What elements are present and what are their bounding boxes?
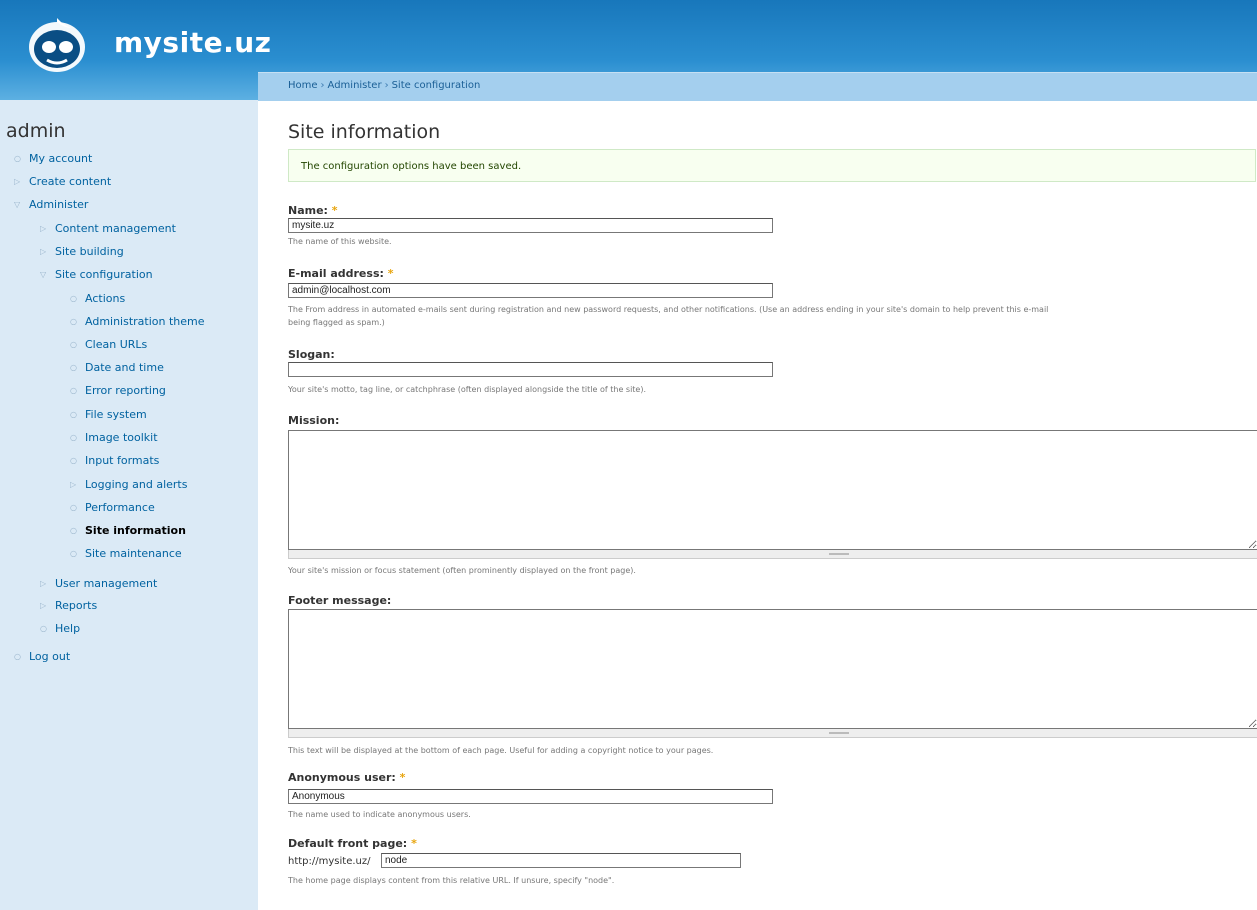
breadcrumb-home[interactable]: Home: [288, 80, 318, 91]
name-label: Name: *: [288, 204, 338, 217]
email-field[interactable]: [288, 283, 773, 298]
slogan-description: Your site's motto, tag line, or catchphr…: [288, 385, 647, 394]
mission-resize-grip[interactable]: [288, 550, 1257, 559]
breadcrumb-separator: ›: [384, 80, 389, 91]
menu-item-administration-theme[interactable]: ○ Administration theme: [70, 311, 205, 331]
anonymous-user-description: The name used to indicate anonymous user…: [288, 810, 471, 819]
menu-item-site-maintenance[interactable]: ○ Site maintenance: [70, 543, 182, 563]
anonymous-user-label: Anonymous user: *: [288, 771, 406, 784]
mission-textarea[interactable]: [288, 430, 1257, 550]
required-marker: *: [399, 771, 406, 784]
expanded-arrow-icon: ▽: [14, 199, 21, 209]
menu-item-create-content[interactable]: ▷ Create content: [14, 171, 111, 191]
menu-item-site-building[interactable]: ▷ Site building: [40, 241, 124, 261]
menu-item-clean-urls[interactable]: ○ Clean URLs: [70, 334, 147, 354]
required-marker: *: [387, 267, 394, 280]
front-page-description: The home page displays content from this…: [288, 876, 615, 885]
breadcrumb-site-configuration[interactable]: Site configuration: [392, 80, 481, 91]
mission-description: Your site's mission or focus statement (…: [288, 566, 636, 575]
breadcrumb-bar: Home › Administer › Site configuration: [258, 72, 1257, 101]
collapsed-arrow-icon: ▷: [40, 600, 47, 610]
menu-item-site-configuration[interactable]: ▽ Site configuration: [40, 264, 153, 284]
slogan-label: Slogan:: [288, 348, 335, 361]
collapsed-arrow-icon: ▷: [70, 479, 77, 489]
bullet-icon: ○: [70, 455, 77, 465]
anonymous-user-field[interactable]: [288, 789, 773, 804]
collapsed-arrow-icon: ▷: [40, 223, 47, 233]
required-marker: *: [411, 837, 417, 850]
bullet-icon: ○: [70, 525, 77, 535]
menu-item-content-management[interactable]: ▷ Content management: [40, 218, 176, 238]
menu-item-administer[interactable]: ▽ Administer: [14, 194, 88, 214]
bullet-icon: ○: [70, 432, 77, 442]
menu-item-input-formats[interactable]: ○ Input formats: [70, 450, 159, 470]
expanded-arrow-icon: ▽: [40, 269, 47, 279]
menu-item-actions[interactable]: ○ Actions: [70, 288, 125, 308]
footer-message-label: Footer message:: [288, 594, 392, 607]
bullet-icon: ○: [70, 339, 77, 349]
grip-icon: [829, 553, 849, 555]
required-marker: *: [331, 204, 338, 217]
collapsed-arrow-icon: ▷: [14, 176, 21, 186]
bullet-icon: ○: [70, 316, 77, 326]
menu-item-help[interactable]: ○ Help: [40, 618, 80, 638]
email-description-line1: The From address in automated e-mails se…: [288, 305, 1049, 314]
status-message-text: The configuration options have been save…: [301, 161, 522, 172]
front-page-field[interactable]: [381, 853, 741, 868]
site-name[interactable]: mysite.uz: [114, 26, 271, 59]
menu-item-image-toolkit[interactable]: ○ Image toolkit: [70, 427, 158, 447]
menu-item-user-management[interactable]: ▷ User management: [40, 573, 157, 593]
bullet-icon: ○: [14, 153, 21, 163]
bullet-icon: ○: [70, 548, 77, 558]
breadcrumb: Home › Administer › Site configuration: [288, 80, 480, 91]
menu-item-reports[interactable]: ▷ Reports: [40, 595, 97, 615]
bullet-icon: ○: [14, 651, 21, 661]
status-message: The configuration options have been save…: [288, 149, 1256, 182]
bullet-icon: ○: [70, 409, 77, 419]
menu-item-error-reporting[interactable]: ○ Error reporting: [70, 380, 166, 400]
slogan-field[interactable]: [288, 362, 773, 377]
footer-resize-grip[interactable]: [288, 729, 1257, 738]
footer-message-description: This text will be displayed at the botto…: [288, 746, 714, 755]
footer-message-textarea[interactable]: [288, 609, 1257, 729]
breadcrumb-administer[interactable]: Administer: [328, 80, 382, 91]
drupal-logo-icon[interactable]: [20, 14, 94, 74]
mission-label: Mission:: [288, 414, 340, 427]
email-label: E-mail address: *: [288, 267, 394, 280]
name-description: The name of this website.: [288, 237, 392, 246]
menu-item-logging-and-alerts[interactable]: ▷ Logging and alerts: [70, 474, 187, 494]
name-field[interactable]: [288, 218, 773, 233]
bullet-icon: ○: [40, 623, 47, 633]
bullet-icon: ○: [70, 385, 77, 395]
front-page-url-prefix: http://mysite.uz/: [288, 856, 371, 867]
main-content: Site information The configuration optio…: [258, 100, 1257, 910]
page-title: Site information: [288, 121, 441, 143]
menu-item-file-system[interactable]: ○ File system: [70, 404, 147, 424]
bullet-icon: ○: [70, 502, 77, 512]
menu-item-performance[interactable]: ○ Performance: [70, 497, 155, 517]
default-front-page-label: Default front page: *: [288, 837, 417, 850]
bullet-icon: ○: [70, 362, 77, 372]
grip-icon: [829, 732, 849, 734]
breadcrumb-separator: ›: [320, 80, 325, 91]
sidebar: admin ○ My account ▷ Create content ▽ Admin…: [0, 100, 258, 910]
menu-item-site-information[interactable]: ○ Site information: [70, 520, 186, 540]
bullet-icon: ○: [70, 293, 77, 303]
sidebar-user-name: admin: [6, 120, 66, 142]
collapsed-arrow-icon: ▷: [40, 578, 47, 588]
menu-item-my-account[interactable]: ○ My account: [14, 148, 92, 168]
menu-item-log-out[interactable]: ○ Log out: [14, 646, 70, 666]
menu-item-date-and-time[interactable]: ○ Date and time: [70, 357, 164, 377]
collapsed-arrow-icon: ▷: [40, 246, 47, 256]
email-description-line2: being flagged as spam.): [288, 318, 385, 327]
